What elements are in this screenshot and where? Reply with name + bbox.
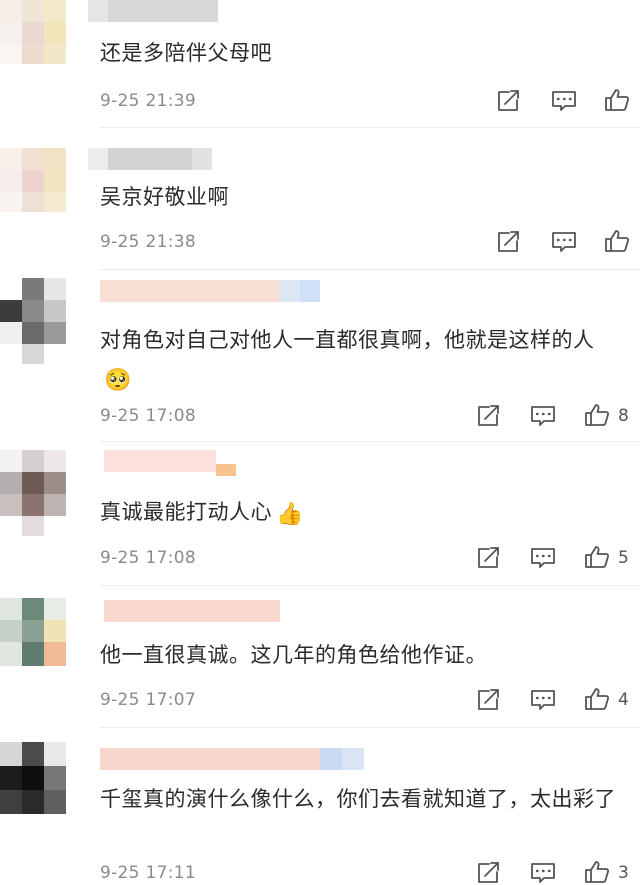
comment-icon[interactable] — [551, 230, 577, 254]
comment-time: 9-25 17:08 — [100, 406, 196, 426]
comment-text: 真诚最能打动人心 👍 — [100, 493, 626, 534]
thumbs-up-icon[interactable] — [604, 229, 630, 253]
thumbs-up-icon[interactable] — [584, 403, 610, 427]
comment-text: 他一直很真诚。这几年的角色给他作证。 — [100, 643, 487, 667]
avatar[interactable] — [0, 450, 92, 536]
share-icon[interactable] — [476, 546, 502, 570]
username-blurred[interactable] — [100, 748, 364, 772]
share-icon[interactable] — [476, 404, 502, 428]
thumbs-up-icon[interactable] — [584, 545, 610, 569]
avatar[interactable] — [0, 0, 92, 64]
like-count: 5 — [618, 548, 629, 568]
comment-icon[interactable] — [551, 89, 577, 113]
like-count: 3 — [618, 863, 629, 883]
share-icon[interactable] — [496, 89, 522, 113]
like-count: 4 — [618, 690, 629, 710]
comment-icon[interactable] — [530, 546, 556, 570]
pleading-face-emoji: 🥺 — [104, 368, 132, 393]
share-icon[interactable] — [476, 688, 502, 712]
comment-time: 9-25 17:11 — [100, 863, 196, 883]
thumbs-up-icon[interactable] — [584, 860, 610, 884]
avatar[interactable] — [0, 278, 92, 364]
comment-icon[interactable] — [530, 688, 556, 712]
comment-time: 9-25 21:39 — [100, 91, 196, 111]
comment-text: 吴京好敬业啊 — [100, 185, 229, 209]
username-blurred[interactable] — [104, 600, 280, 624]
thumbs-up-icon[interactable] — [604, 88, 630, 112]
comment-item: 吴京好敬业啊 9-25 21:38 — [0, 128, 640, 270]
comment-text: 千玺真的演什么像什么，你们去看就知道了，太出彩了 — [100, 787, 616, 811]
share-icon[interactable] — [476, 861, 502, 885]
comment-icon[interactable] — [530, 861, 556, 885]
like-count: 8 — [618, 406, 629, 426]
avatar[interactable] — [0, 598, 92, 666]
comment-text: 还是多陪伴父母吧 — [100, 41, 272, 65]
comment-item: 真诚最能打动人心 👍 9-25 17:08 5 — [0, 442, 640, 586]
avatar[interactable] — [0, 148, 92, 212]
comment-time: 9-25 21:38 — [100, 232, 196, 252]
username-blurred[interactable] — [88, 148, 218, 172]
avatar[interactable] — [0, 742, 92, 814]
thumbs-up-icon[interactable] — [584, 687, 610, 711]
comment-icon[interactable] — [530, 404, 556, 428]
username-blurred[interactable] — [104, 450, 236, 476]
thumbs-up-emoji: 👍 — [276, 502, 304, 527]
comment-time: 9-25 17:07 — [100, 690, 196, 710]
comment-time: 9-25 17:08 — [100, 548, 196, 568]
comment-item: 他一直很真诚。这几年的角色给他作证。 9-25 17:07 4 — [0, 586, 640, 728]
comment-item: 还是多陪伴父母吧 9-25 21:39 — [0, 0, 640, 128]
comment-item: 千玺真的演什么像什么，你们去看就知道了，太出彩了 9-25 17:11 3 — [0, 728, 640, 884]
share-icon[interactable] — [496, 230, 522, 254]
comment-item: 对角色对自己对他人一直都很真啊，他就是这样的人🥺 9-25 17:08 8 — [0, 270, 640, 442]
comment-text: 对角色对自己对他人一直都很真啊，他就是这样的人🥺 — [100, 321, 626, 400]
username-blurred[interactable] — [100, 280, 320, 304]
username-blurred[interactable] — [88, 0, 218, 24]
